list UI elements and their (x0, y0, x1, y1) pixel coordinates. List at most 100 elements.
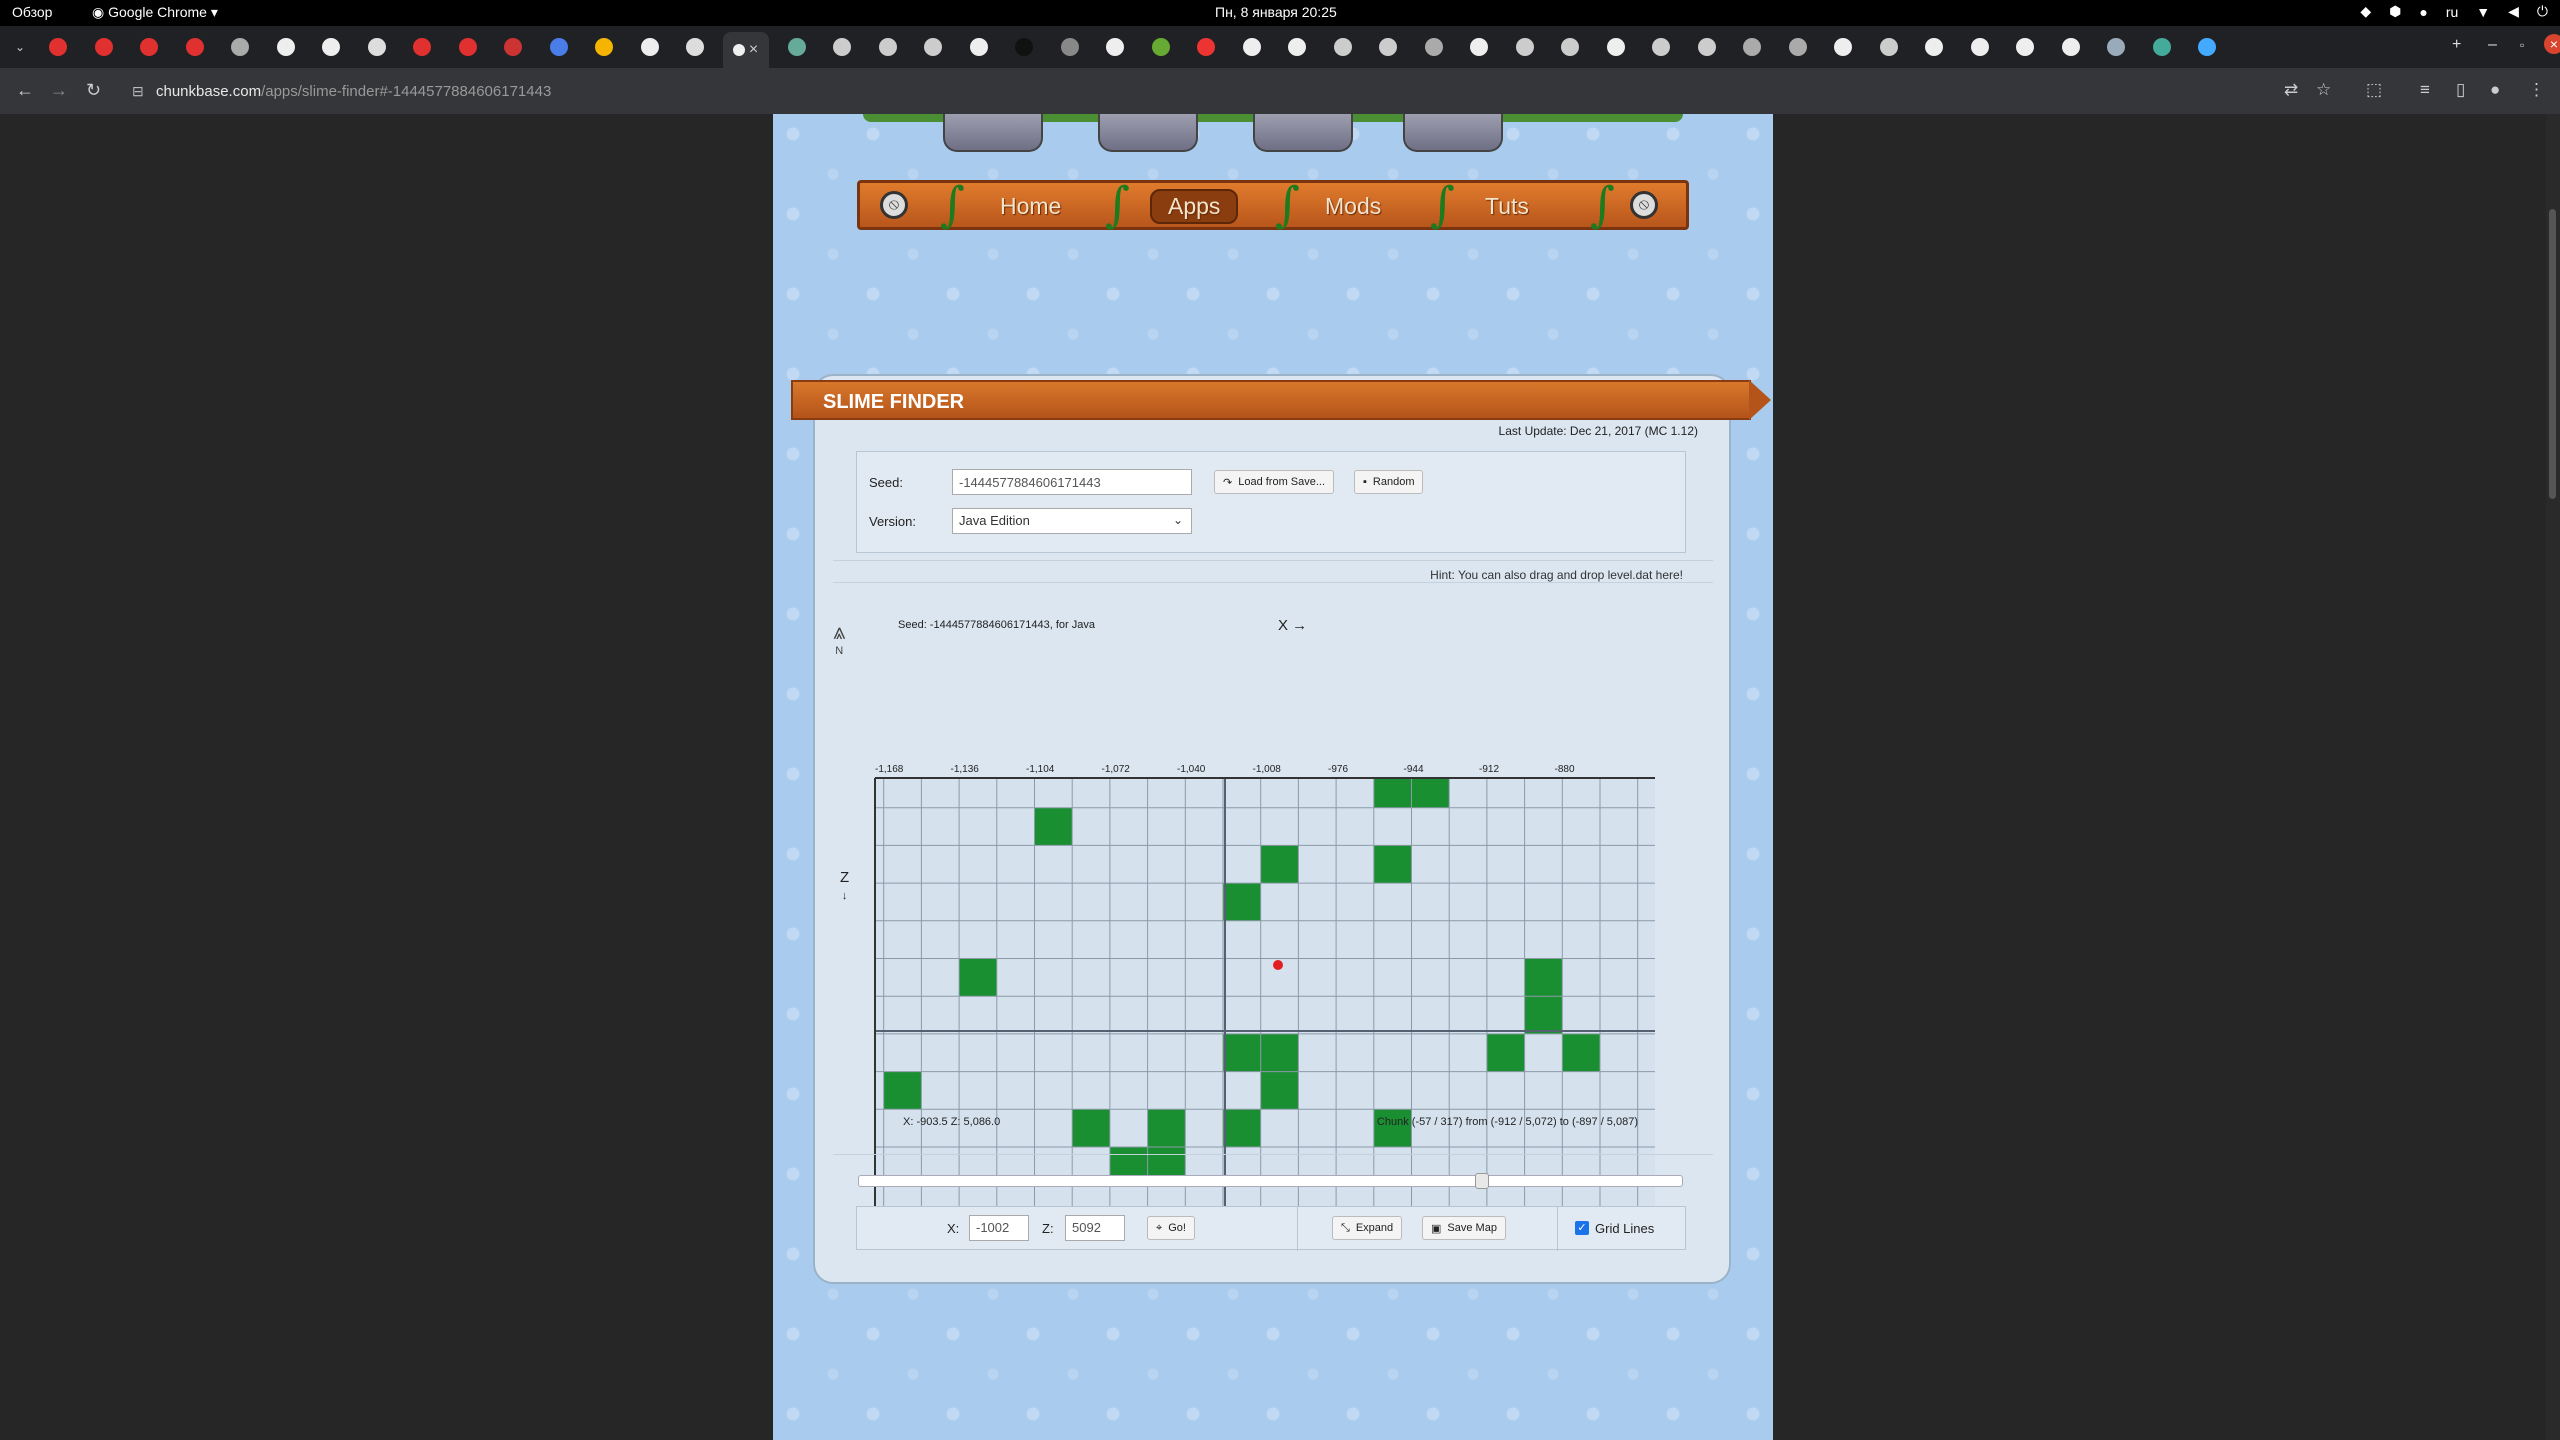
browser-tab[interactable] (1877, 35, 1901, 59)
browser-tab[interactable] (456, 35, 480, 59)
z-coordinate-input[interactable]: 5092 (1065, 1215, 1125, 1241)
browser-tab[interactable] (1922, 35, 1946, 59)
maximize-icon[interactable]: ▫ (2520, 38, 2524, 52)
back-icon[interactable]: ← (16, 80, 34, 101)
seed-input[interactable] (952, 469, 1192, 495)
browser-tab[interactable] (1513, 35, 1537, 59)
browser-tab[interactable] (1604, 35, 1628, 59)
slime-chunk-map[interactable]: -1,168 -1,136 -1,104 -1,072 -1,040 -1,008 -976… (873, 634, 1673, 1224)
browser-tab[interactable] (967, 35, 991, 59)
browser-tab[interactable] (319, 35, 343, 59)
scrollbar-thumb[interactable] (2549, 209, 2556, 499)
media-icon[interactable]: ≡ (2420, 80, 2430, 100)
x-tick-label: -880 (1555, 764, 1575, 775)
browser-tab[interactable] (592, 35, 616, 59)
slime-chunk (1411, 778, 1450, 808)
browser-tab[interactable] (2195, 35, 2219, 59)
grid-lines-checkbox[interactable]: ✓ (1575, 1221, 1589, 1235)
browser-tab[interactable] (785, 35, 809, 59)
browser-tab[interactable] (1012, 35, 1036, 59)
close-tab-icon[interactable]: × (749, 41, 758, 59)
browser-tab[interactable] (876, 35, 900, 59)
close-window-icon[interactable]: × (2544, 34, 2560, 54)
browser-tab[interactable] (228, 35, 252, 59)
browser-tab[interactable] (1968, 35, 1992, 59)
browser-tab[interactable] (921, 35, 945, 59)
browser-tab[interactable] (1422, 35, 1446, 59)
browser-tab[interactable] (1240, 35, 1264, 59)
chrome-icon[interactable]: ● (2419, 4, 2427, 20)
activities-button[interactable]: Обзор (12, 4, 52, 20)
random-button[interactable]: ▪ Random (1354, 470, 1424, 494)
browser-tab[interactable] (501, 35, 525, 59)
nav-tuts[interactable]: Tuts (1485, 193, 1529, 220)
browser-tab[interactable] (830, 35, 854, 59)
refresh-icon: ↷ (1223, 476, 1233, 489)
browser-tab[interactable] (137, 35, 161, 59)
browser-tab[interactable] (2013, 35, 2037, 59)
zoom-slider-handle[interactable] (1475, 1173, 1490, 1189)
version-select[interactable]: Java Edition ⌄ (952, 508, 1192, 534)
browser-tab[interactable] (1285, 35, 1309, 59)
menu-icon[interactable]: ⋮ (2528, 80, 2545, 100)
expand-button[interactable]: ⤡ Expand (1332, 1216, 1403, 1240)
browser-tab[interactable] (2104, 35, 2128, 59)
extensions-icon[interactable]: ⬚ (2366, 80, 2382, 100)
minimize-icon[interactable]: – (2488, 36, 2497, 54)
browser-tab[interactable] (1149, 35, 1173, 59)
browser-tab[interactable] (1331, 35, 1355, 59)
browser-tab[interactable] (46, 35, 70, 59)
x-tick-label: -1,136 (951, 764, 980, 775)
browser-tab[interactable] (2059, 35, 2083, 59)
browser-tab[interactable] (1558, 35, 1582, 59)
clock[interactable]: Пн, 8 января 20:25 (1215, 4, 1337, 20)
bookmark-star-icon[interactable]: ☆ (2316, 80, 2331, 100)
browser-tab[interactable] (1740, 35, 1764, 59)
browser-tab[interactable] (2150, 35, 2174, 59)
language-indicator[interactable]: ru (2446, 4, 2458, 20)
discord-icon[interactable]: ◆ (2360, 3, 2371, 20)
x-coordinate-input[interactable]: -1002 (969, 1215, 1029, 1241)
translate-icon[interactable]: ⇄ (2284, 80, 2298, 100)
browser-tab[interactable] (274, 35, 298, 59)
browser-tab[interactable] (547, 35, 571, 59)
browser-tab[interactable] (1786, 35, 1810, 59)
tab-active[interactable]: × (722, 32, 769, 68)
zoom-slider[interactable] (858, 1173, 1683, 1189)
nav-apps[interactable]: Apps (1150, 189, 1239, 224)
settings-icon[interactable]: ⬢ (2389, 3, 2401, 20)
browser-tab[interactable] (183, 35, 207, 59)
browser-tab[interactable] (1695, 35, 1719, 59)
browser-tab[interactable] (1194, 35, 1218, 59)
go-button[interactable]: ⌖ Go! (1147, 1216, 1195, 1240)
browser-tab[interactable] (683, 35, 707, 59)
slime-chunk (1524, 958, 1563, 997)
app-menu[interactable]: ◉ Google Chrome ▾ (92, 4, 218, 21)
new-tab-icon[interactable]: + (2452, 36, 2461, 54)
system-tray[interactable]: ◆ ⬢ ● ru ▼ ◀ ⏻ (2360, 3, 2548, 20)
browser-tab[interactable] (1649, 35, 1673, 59)
reload-icon[interactable]: ↻ (86, 80, 101, 101)
browser-tab[interactable] (1831, 35, 1855, 59)
browser-tab[interactable] (638, 35, 662, 59)
power-icon[interactable]: ⏻ (2537, 3, 2548, 20)
browser-tab[interactable] (365, 35, 389, 59)
chunk-info: Chunk (-57 / 317) from (-912 / 5,072) to… (1376, 1116, 1638, 1128)
browser-tab[interactable] (1376, 35, 1400, 59)
browser-tab[interactable] (410, 35, 434, 59)
forward-icon[interactable]: → (50, 80, 68, 101)
site-info-icon[interactable]: ⊟ (132, 83, 144, 100)
load-from-save-button[interactable]: ↷ Load from Save... (1214, 470, 1335, 494)
address-bar[interactable]: ⊟ chunkbase.com/apps/slime-finder#-14445… (120, 77, 2260, 107)
browser-tab[interactable] (1058, 35, 1082, 59)
nav-home[interactable]: Home (1000, 193, 1061, 220)
browser-tab[interactable] (1467, 35, 1491, 59)
side-panel-icon[interactable]: ▯ (2456, 80, 2465, 100)
nav-mods[interactable]: Mods (1325, 193, 1381, 220)
browser-tab[interactable] (1103, 35, 1127, 59)
page-scrollbar[interactable] (2546, 114, 2560, 1440)
browser-tab[interactable] (92, 35, 116, 59)
tab-search-icon[interactable]: ⌄ (8, 35, 32, 59)
save-map-button[interactable]: ▣ Save Map (1422, 1216, 1506, 1240)
profile-avatar[interactable]: ● (2490, 80, 2500, 100)
